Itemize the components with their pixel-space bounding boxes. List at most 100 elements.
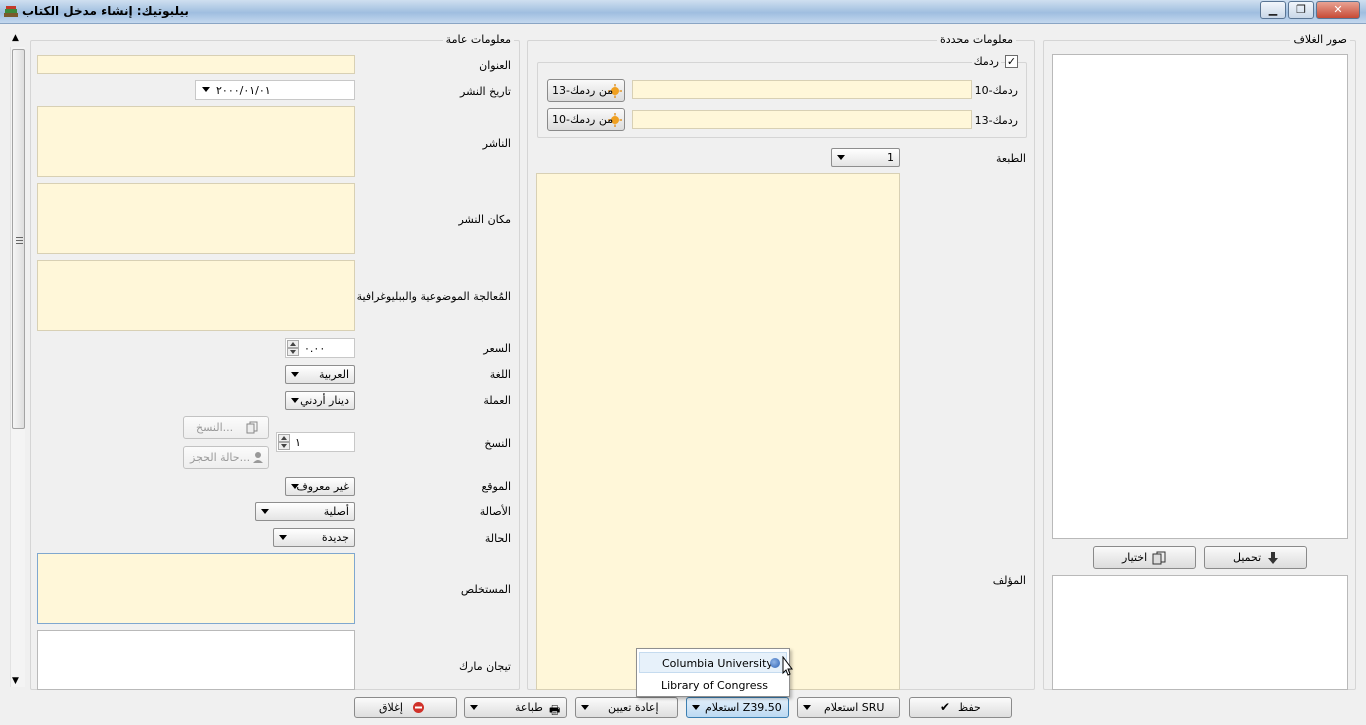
isbn-checkbox-label: ردمك bbox=[971, 55, 1001, 68]
publish-place-label: مكان النشر bbox=[458, 213, 511, 226]
menu-item-columbia[interactable]: Columbia University bbox=[639, 652, 787, 673]
menu-item-label: Library of Congress bbox=[661, 679, 768, 692]
copies-value: ١ bbox=[295, 436, 301, 449]
publisher-input[interactable] bbox=[37, 106, 355, 177]
title-bar: بيلبوتيك: إنشاء مدخل الكتاب ▁ ❐ ✕ bbox=[0, 0, 1366, 24]
sru-query-button[interactable]: استعلام SRU bbox=[797, 697, 900, 718]
arrow-down-icon bbox=[1268, 552, 1278, 564]
edition-select[interactable]: 1 bbox=[831, 148, 900, 167]
publish-date-label: تاريخ النشر bbox=[460, 85, 511, 98]
sru-query-label: استعلام SRU bbox=[824, 701, 885, 714]
copies-label: النسخ bbox=[484, 437, 511, 450]
isbn10-label: ردمك-10 bbox=[974, 84, 1018, 97]
cover-thumbnail-list[interactable] bbox=[1052, 575, 1348, 690]
save-button-label: حفظ bbox=[958, 701, 981, 714]
mouse-cursor-icon bbox=[782, 656, 793, 676]
title-label: العنوان bbox=[479, 59, 511, 72]
specific-info-title: معلومات محددة bbox=[936, 33, 1016, 46]
from-isbn10-button[interactable]: من ردمك-10 bbox=[547, 108, 625, 131]
copies-stepper[interactable]: ١ bbox=[276, 432, 355, 452]
price-label: السعر bbox=[483, 342, 511, 355]
cover-images-title: صور الغلاف bbox=[1290, 33, 1350, 46]
scroll-up-icon[interactable]: ▲ bbox=[12, 33, 19, 43]
from-isbn13-button[interactable]: من ردمك-13 bbox=[547, 79, 625, 102]
isbn-checkbox[interactable]: ✓ bbox=[1005, 55, 1018, 68]
cover-image-preview bbox=[1052, 54, 1348, 539]
condition-select[interactable]: جديدة bbox=[273, 528, 355, 547]
language-value: العربية bbox=[318, 368, 349, 381]
spin-up-icon[interactable] bbox=[287, 340, 299, 348]
spin-up-icon[interactable] bbox=[278, 434, 290, 442]
print-button-label: طباعة bbox=[515, 701, 543, 714]
reservation-button-label: حالة الحجز... bbox=[190, 451, 251, 464]
publisher-label: الناشر bbox=[482, 137, 511, 150]
choose-button[interactable]: اختيار bbox=[1093, 546, 1196, 569]
abstract-input[interactable] bbox=[37, 553, 355, 624]
save-button[interactable]: ✔ حفظ bbox=[909, 697, 1012, 718]
chevron-down-icon bbox=[291, 372, 299, 377]
restore-button[interactable]: ❐ bbox=[1288, 1, 1314, 19]
vertical-scrollbar[interactable] bbox=[10, 47, 25, 687]
location-value: غير معروف bbox=[296, 480, 349, 493]
currency-select[interactable]: دينار أردني bbox=[285, 391, 355, 410]
chevron-down-icon bbox=[581, 705, 589, 710]
choose-button-label: اختيار bbox=[1122, 551, 1148, 564]
restore-icon: ❐ bbox=[1296, 3, 1306, 16]
close-button[interactable]: إغلاق bbox=[354, 697, 457, 718]
location-label: الموقع bbox=[481, 480, 511, 493]
originality-value: أصلية bbox=[323, 505, 349, 518]
isbn13-input[interactable] bbox=[632, 110, 972, 129]
print-button[interactable]: 🖶 طباعة bbox=[464, 697, 567, 718]
publish-place-input[interactable] bbox=[37, 183, 355, 254]
price-value: ٠.٠٠ bbox=[304, 342, 326, 355]
user-icon bbox=[253, 452, 263, 463]
originality-select[interactable]: أصلية bbox=[255, 502, 355, 521]
check-icon: ✔ bbox=[940, 700, 951, 714]
copy-icon bbox=[246, 421, 258, 434]
chevron-down-icon bbox=[803, 705, 811, 710]
radio-selected-icon bbox=[770, 658, 780, 668]
copies-button[interactable]: النسخ... bbox=[183, 416, 269, 439]
originality-label: الأصالة bbox=[479, 505, 511, 518]
scrollbar-thumb[interactable] bbox=[12, 49, 25, 429]
grip-icon bbox=[16, 237, 23, 244]
subject-input[interactable] bbox=[37, 260, 355, 331]
z3950-query-label: استعلام Z39.50 bbox=[705, 701, 782, 714]
reservation-button[interactable]: حالة الحجز... bbox=[183, 446, 269, 469]
currency-value: دينار أردني bbox=[300, 394, 349, 407]
close-button-label: إغلاق bbox=[379, 701, 403, 714]
isbn10-input[interactable] bbox=[632, 80, 972, 99]
currency-label: العملة bbox=[483, 394, 511, 407]
marc-tags-input[interactable] bbox=[37, 630, 355, 690]
upload-button[interactable]: تحميل bbox=[1204, 546, 1307, 569]
stop-icon bbox=[413, 702, 424, 713]
language-select[interactable]: العربية bbox=[285, 365, 355, 384]
chevron-down-icon bbox=[202, 87, 210, 92]
chevron-down-icon bbox=[261, 509, 269, 514]
author-label: المؤلف bbox=[992, 574, 1026, 587]
close-window-button[interactable]: ✕ bbox=[1316, 1, 1360, 19]
condition-label: الحالة bbox=[484, 532, 511, 545]
author-input[interactable] bbox=[536, 173, 900, 690]
z3950-query-button[interactable]: استعلام Z39.50 bbox=[686, 697, 789, 718]
copy-icon bbox=[1152, 551, 1166, 565]
minimize-button[interactable]: ▁ bbox=[1260, 1, 1286, 19]
close-icon: ✕ bbox=[1333, 3, 1343, 16]
title-input[interactable] bbox=[37, 55, 355, 74]
menu-item-loc[interactable]: Library of Congress bbox=[639, 675, 787, 696]
spin-down-icon[interactable] bbox=[287, 348, 299, 356]
location-select[interactable]: غير معروف bbox=[285, 477, 355, 496]
price-stepper[interactable]: ٠.٠٠ bbox=[285, 338, 355, 358]
scroll-down-icon[interactable]: ▼ bbox=[12, 676, 19, 686]
marc-tags-label: تيجان مارك bbox=[458, 660, 511, 673]
reset-button[interactable]: إعادة تعيين bbox=[575, 697, 678, 718]
publish-date-value: ٢٠٠٠/٠١/٠١ bbox=[216, 84, 271, 97]
publish-date-picker[interactable]: ٢٠٠٠/٠١/٠١ bbox=[195, 80, 355, 100]
spin-down-icon[interactable] bbox=[278, 442, 290, 450]
general-info-title: معلومات عامة bbox=[442, 33, 514, 46]
printer-icon: 🖶 bbox=[549, 703, 561, 717]
subject-label: المُعالجة الموضوعية والببليوغرافية bbox=[356, 290, 511, 303]
language-label: اللغة bbox=[489, 368, 511, 381]
reset-button-label: إعادة تعيين bbox=[608, 701, 659, 714]
books-icon bbox=[4, 6, 18, 17]
